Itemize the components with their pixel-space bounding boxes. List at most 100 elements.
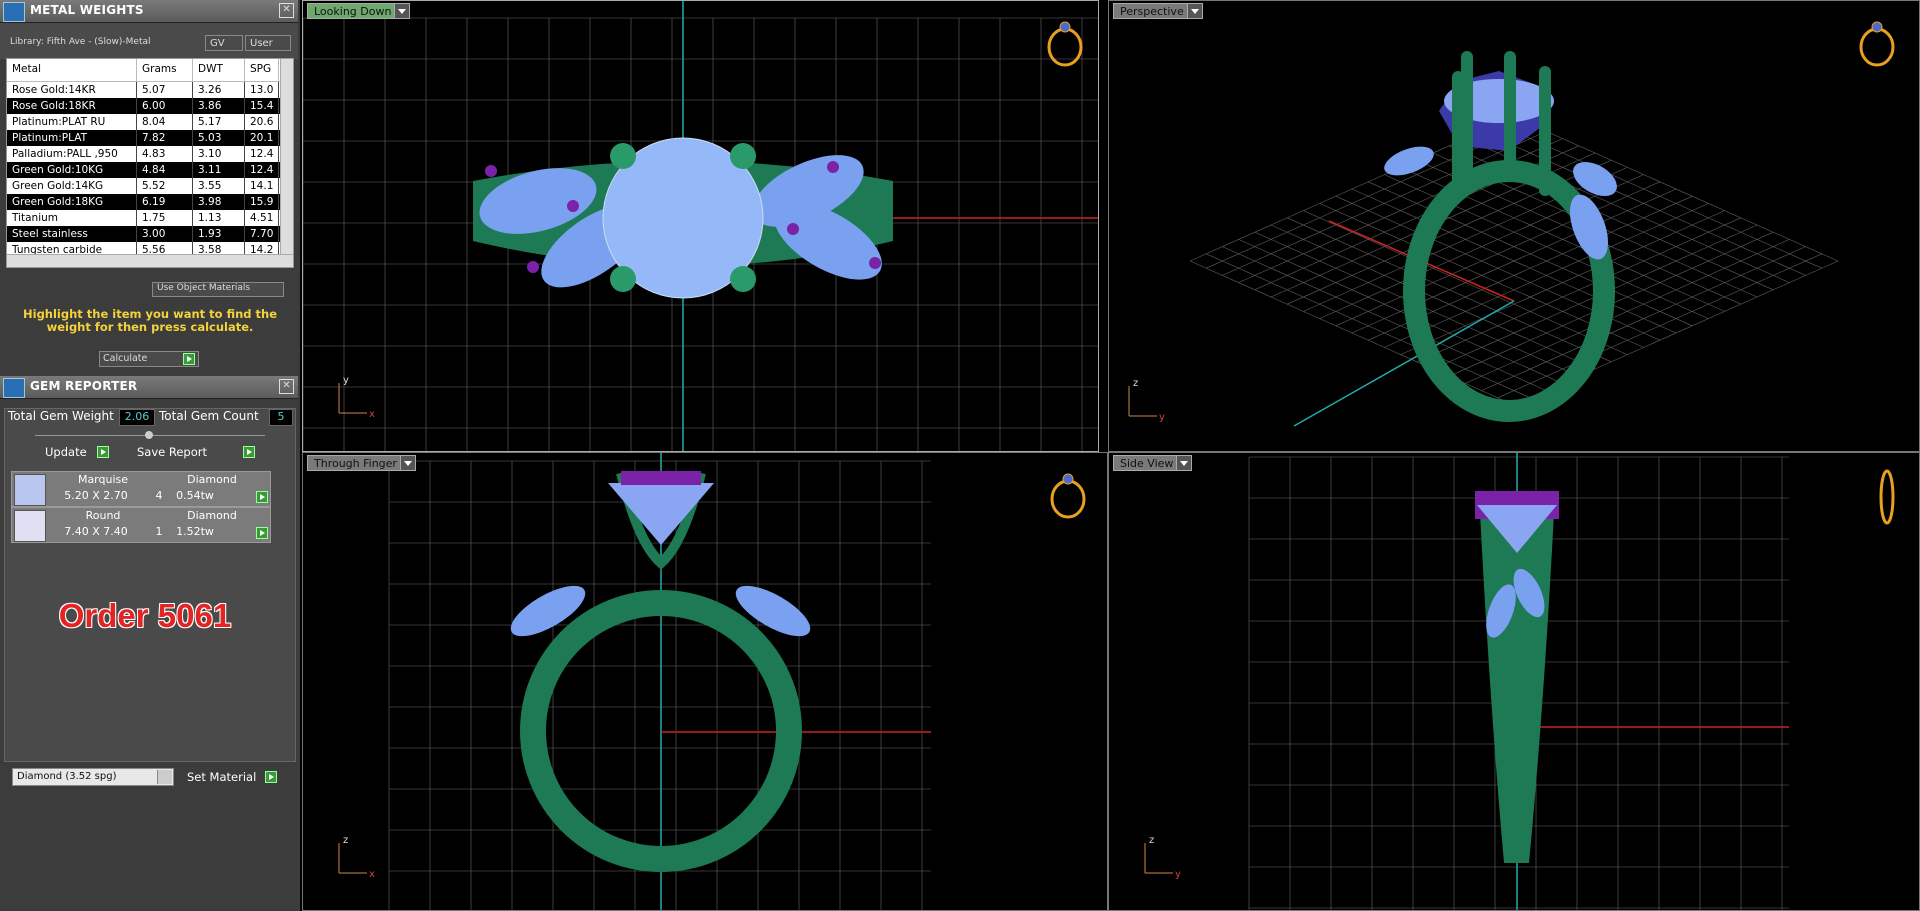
table-row[interactable]: Platinum:PLAT RU 8.04 5.17 20.6: [7, 114, 293, 130]
gem-count: 4: [155, 489, 163, 502]
viewport-label-looking-down[interactable]: Looking Down: [307, 3, 411, 19]
table-cell: 5.17: [193, 114, 245, 130]
metal-weights-icon: [3, 2, 25, 22]
table-cell: 5.07: [137, 82, 193, 98]
viewport-label-through-finger[interactable]: Through Finger: [307, 455, 416, 471]
viewport-looking-down[interactable]: xy Looking Down: [302, 0, 1099, 452]
gem-reporter-icon: [3, 378, 25, 398]
chevron-down-icon[interactable]: [1186, 4, 1202, 18]
table-cell: Platinum:PLAT RU: [7, 114, 137, 130]
col-metal[interactable]: Metal: [7, 59, 137, 81]
total-gem-weight-value: 2.06: [119, 409, 155, 426]
close-icon[interactable]: ✕: [279, 379, 294, 394]
through-finger-scene: xz: [338, 453, 1086, 910]
table-row[interactable]: Green Gold:10KG 4.84 3.11 12.4: [7, 162, 293, 178]
total-gem-count-value: 5: [269, 409, 293, 426]
gem-row[interactable]: Round Diamond 7.40 X 7.40 1 1.52tw: [11, 507, 271, 543]
left-panel: METAL WEIGHTS ✕ Library: Fifth Ave - (Sl…: [0, 0, 300, 911]
metal-rows: Rose Gold:14KR 5.07 3.26 13.0 Rose Gold:18KR…: [7, 82, 293, 258]
save-report-label[interactable]: Save Report: [137, 445, 207, 459]
col-dwt[interactable]: DWT: [193, 59, 245, 81]
update-label[interactable]: Update: [45, 445, 87, 459]
chevron-down-icon[interactable]: [157, 770, 172, 784]
viewport-through-finger[interactable]: xz Through Finger: [302, 452, 1108, 911]
col-spg[interactable]: SPG: [245, 59, 279, 81]
chevron-down-icon[interactable]: [1176, 456, 1192, 470]
ring-orientation-icon: [1859, 27, 1895, 67]
chevron-down-icon[interactable]: [394, 4, 410, 18]
gem-go-icon[interactable]: [256, 527, 268, 539]
viewport-label-side-view[interactable]: Side View: [1113, 455, 1193, 471]
table-cell: 3.86: [193, 98, 245, 114]
looking-down-scene: xy: [303, 1, 1098, 451]
table-row[interactable]: Titanium 1.75 1.13 4.51: [7, 210, 293, 226]
prong-tip: [827, 161, 839, 173]
gem-count: 1: [155, 525, 163, 538]
table-cell: Palladium:PALL ,950: [7, 146, 137, 162]
table-row[interactable]: Green Gold:14KG 5.52 3.55 14.1: [7, 178, 293, 194]
perspective-text: Perspective: [1120, 5, 1184, 18]
calculate-go-icon[interactable]: [183, 353, 195, 365]
weight-slider-handle[interactable]: [145, 431, 153, 439]
table-row[interactable]: Rose Gold:18KR 6.00 3.86 15.4: [7, 98, 293, 114]
table-row[interactable]: Steel stainless 3.00 1.93 7.70: [7, 226, 293, 242]
gem-weight: 0.54tw: [176, 489, 214, 502]
axis-gizmo-label-b: z: [1149, 835, 1154, 846]
gem-row[interactable]: Marquise Diamond 5.20 X 2.70 4 0.54tw: [11, 471, 271, 507]
table-cell: 20.6: [245, 114, 279, 130]
table-cell: Platinum:PLAT: [7, 130, 137, 146]
col-grams[interactable]: Grams: [137, 59, 193, 81]
table-cell: 4.84: [137, 162, 193, 178]
table-row[interactable]: Rose Gold:14KR 5.07 3.26 13.0: [7, 82, 293, 98]
material-select[interactable]: Diamond (3.52 spg): [12, 768, 174, 786]
viewport-perspective[interactable]: yz Perspective: [1108, 0, 1920, 452]
table-cell: 3.98: [193, 194, 245, 210]
gem-size: 7.40 X 7.40: [64, 525, 128, 538]
gem-go-icon[interactable]: [256, 491, 268, 503]
viewport-side-view[interactable]: yz Side View: [1108, 452, 1920, 911]
metal-table-vscroll[interactable]: [280, 59, 293, 255]
viewport-label-perspective[interactable]: Perspective: [1113, 3, 1203, 19]
close-icon[interactable]: ✕: [279, 3, 294, 18]
set-material-label[interactable]: Set Material: [187, 770, 256, 784]
perspective-scene: yz: [1128, 21, 1895, 427]
set-material-go-icon[interactable]: [265, 771, 277, 783]
through-finger-text: Through Finger: [314, 457, 397, 470]
table-row[interactable]: Platinum:PLAT 7.82 5.03 20.1: [7, 130, 293, 146]
table-row[interactable]: Palladium:PALL ,950 4.83 3.10 12.4: [7, 146, 293, 162]
gem-shape: Round: [85, 509, 121, 522]
axis-gizmo-label-b: z: [1133, 378, 1138, 389]
axis-gizmo-label-a: y: [1159, 412, 1165, 423]
axis-gizmo-label-b: y: [343, 375, 349, 386]
table-cell: 12.4: [245, 146, 279, 162]
table-cell: 4.83: [137, 146, 193, 162]
side-view-scene: yz: [1144, 453, 1895, 910]
table-row[interactable]: Green Gold:18KG 6.19 3.98 15.9: [7, 194, 293, 210]
setting-collar: [621, 471, 701, 485]
metal-table-header: Metal Grams DWT SPG: [7, 59, 293, 82]
table-cell: 3.55: [193, 178, 245, 194]
save-report-go-icon[interactable]: [243, 446, 255, 458]
update-go-icon[interactable]: [97, 446, 109, 458]
table-cell: 4.51: [245, 210, 279, 226]
metal-table-hscroll[interactable]: [7, 254, 293, 267]
chevron-down-icon[interactable]: [399, 456, 415, 470]
gv-button[interactable]: GV: [205, 35, 243, 51]
user-button[interactable]: User: [245, 35, 291, 51]
use-object-materials-field[interactable]: Use Object Materials: [152, 282, 284, 297]
gem-material: Diamond: [187, 473, 237, 486]
table-cell: 5.52: [137, 178, 193, 194]
table-cell: 7.82: [137, 130, 193, 146]
ring-orientation-icon-stone: [1059, 21, 1071, 33]
total-gem-weight-label: Total Gem Weight: [8, 409, 114, 423]
marquise-gem-icon: [14, 474, 46, 506]
gem-size: 5.20 X 2.70: [64, 489, 128, 502]
prong: [730, 143, 756, 169]
hint-text: Highlight the item you want to find the …: [23, 307, 277, 334]
table-cell: 15.9: [245, 194, 279, 210]
ring-orientation-icon-stone: [1062, 473, 1074, 485]
table-cell: 1.13: [193, 210, 245, 226]
table-cell: 13.0: [245, 82, 279, 98]
prong-tip: [869, 257, 881, 269]
table-cell: Rose Gold:14KR: [7, 82, 137, 98]
